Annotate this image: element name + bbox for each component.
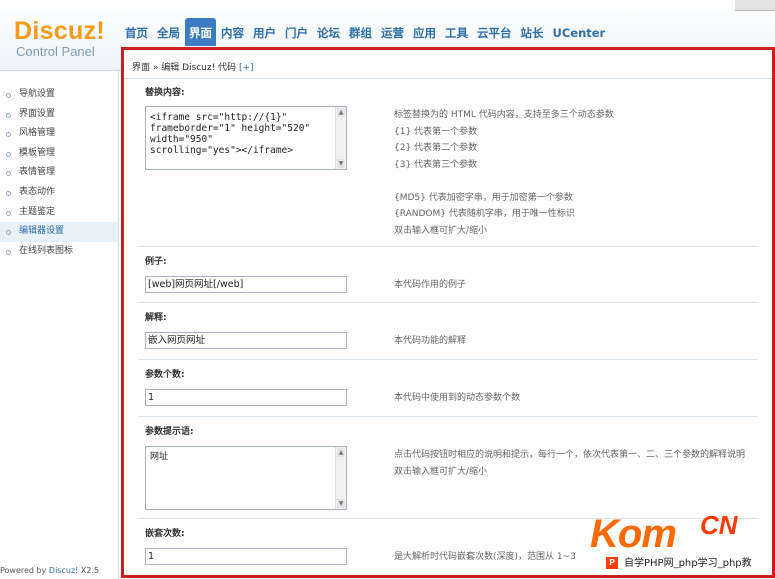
powered-version: X2.5 xyxy=(78,566,100,575)
sidebar-item-nav-settings[interactable]: 导航设置 xyxy=(0,85,118,105)
divider xyxy=(138,416,758,417)
prompt-hint-line: 点击代码按钮时相应的说明和提示，每行一个，依次代表第一、二、三个参数的解释说明 xyxy=(394,450,746,460)
prompt-textarea[interactable]: 网址 ▲ ▼ xyxy=(145,446,347,510)
divider xyxy=(138,246,758,247)
powered-by: Powered by Discuz! X2.5 xyxy=(0,566,99,575)
replace-hint-line: 双击输入框可扩大/缩小 xyxy=(394,225,488,236)
nav-cloud[interactable]: 云平台 xyxy=(473,18,516,46)
example-label: 例子: xyxy=(145,257,167,267)
breadcrumb-divider xyxy=(124,78,772,79)
nav-groups[interactable]: 群组 xyxy=(345,18,376,46)
nest-hint: 是大解析时代码嵌套次数(深度)，范围从 1~3 xyxy=(394,552,576,562)
sidebar-item-click-actions[interactable]: 表态动作 xyxy=(0,183,118,203)
nav-portal[interactable]: 门户 xyxy=(281,18,312,46)
explain-label: 解释: xyxy=(145,313,167,323)
divider xyxy=(138,302,758,303)
sidebar-item-smiley-manage[interactable]: 表情管理 xyxy=(0,163,118,183)
logo-main-text: Discuz! xyxy=(14,17,106,45)
prompt-hint-line: 双击输入框可扩大/缩小 xyxy=(394,466,488,477)
sidebar-item-style-manage[interactable]: 风格管理 xyxy=(0,124,118,144)
replace-hint-line: {MD5} 代表加密字串，用于加密第一个参数 xyxy=(394,192,573,203)
breadcrumb: 界面 » 编辑 Discuz! 代码 [+] xyxy=(132,60,254,73)
scroll-up-icon[interactable]: ▲ xyxy=(337,108,345,117)
top-nav: 首页 全局 界面 内容 用户 门户 论坛 群组 运营 应用 工具 云平台 站长 … xyxy=(121,18,610,46)
nav-operations[interactable]: 运营 xyxy=(377,18,408,46)
powered-prefix: Powered by xyxy=(0,566,49,575)
sidebar-item-thread-stamps[interactable]: 主题鉴定 xyxy=(0,203,118,223)
nav-interface[interactable]: 界面 xyxy=(185,18,216,46)
replace-textarea-value: <iframe src="http://{1}" frameborder="1"… xyxy=(150,112,311,156)
scroll-down-icon[interactable]: ▼ xyxy=(337,499,345,508)
nest-input[interactable]: 1 xyxy=(145,548,347,565)
explain-hint: 本代码功能的解释 xyxy=(394,336,467,346)
example-hint: 本代码作用的例子 xyxy=(394,280,467,290)
sidebar-item-interface-settings[interactable]: 界面设置 xyxy=(0,105,118,125)
main-panel: 界面 » 编辑 Discuz! 代码 [+] 替换内容: <iframe src… xyxy=(121,47,775,578)
nav-apps[interactable]: 应用 xyxy=(409,18,440,46)
replace-hint-line: {RANDOM} 代表随机字串，用于唯一性标识 xyxy=(394,209,575,219)
breadcrumb-expand-button[interactable]: [+] xyxy=(239,63,254,73)
nav-home[interactable]: 首页 xyxy=(121,18,152,46)
sidebar-item-template-manage[interactable]: 模板管理 xyxy=(0,144,118,164)
prompt-hints: 点击代码按钮时相应的说明和提示，每行一个，依次代表第一、二、三个参数的解释说明 … xyxy=(394,447,745,480)
logo-sub-text: Control Panel xyxy=(16,44,95,59)
scroll-down-icon[interactable]: ▼ xyxy=(337,159,345,168)
params-label: 参数个数: xyxy=(145,370,185,380)
divider xyxy=(138,359,758,360)
sidebar: 导航设置 界面设置 风格管理 模板管理 表情管理 表态动作 主题鉴定 编辑器设置… xyxy=(0,71,119,579)
breadcrumb-text: 界面 » 编辑 Discuz! 代码 xyxy=(132,63,237,73)
explain-input[interactable]: 嵌入网页网址 xyxy=(145,332,347,349)
discuz-logo[interactable]: Discuz! Control Panel xyxy=(14,18,105,59)
watermark-logo: Kom xyxy=(590,512,677,556)
nav-global[interactable]: 全局 xyxy=(153,18,184,46)
replace-hints: 标签替换为的 HTML 代码内容，支持至多三个动态参数 {1} 代表第一个参数 … xyxy=(394,107,614,239)
replace-textarea[interactable]: <iframe src="http://{1}" frameborder="1"… xyxy=(145,106,347,170)
params-input[interactable]: 1 xyxy=(145,389,347,406)
nav-tools[interactable]: 工具 xyxy=(441,18,472,46)
watermark-caption: 自学PHP网_php学习_php教 xyxy=(620,556,769,571)
params-hint: 本代码中使用到的动态参数个数 xyxy=(394,393,521,403)
scroll-up-icon[interactable]: ▲ xyxy=(337,448,345,457)
nav-forum[interactable]: 论坛 xyxy=(313,18,344,46)
nav-ucenter[interactable]: UCenter xyxy=(549,18,610,46)
replace-label: 替换内容: xyxy=(145,88,185,98)
powered-brand-link[interactable]: Discuz! xyxy=(49,566,78,575)
watermark-cn: CN xyxy=(700,510,738,540)
replace-scrollbar[interactable]: ▲ ▼ xyxy=(335,107,346,169)
nest-label: 嵌套次数: xyxy=(145,529,185,539)
nav-webmaster[interactable]: 站长 xyxy=(517,18,548,46)
prompt-label: 参数提示语: xyxy=(145,427,194,437)
watermark: Kom CN P 自学PHP网_php学习_php教 xyxy=(590,510,775,579)
watermark-logo-icon: P xyxy=(606,557,618,569)
window-strip xyxy=(735,0,775,11)
nav-users[interactable]: 用户 xyxy=(249,18,280,46)
sidebar-item-online-icons[interactable]: 在线列表图标 xyxy=(0,242,118,262)
replace-hint-line: {1} 代表第一个参数 xyxy=(394,126,478,137)
example-input[interactable]: [web]网页网址[/web] xyxy=(145,276,347,293)
prompt-scrollbar[interactable]: ▲ ▼ xyxy=(335,447,346,509)
replace-hint-line: {2} 代表第二个参数 xyxy=(394,143,478,153)
replace-hint-line xyxy=(394,173,614,190)
prompt-textarea-value: 网址 xyxy=(150,452,169,462)
replace-hint-line: 标签替换为的 HTML 代码内容，支持至多三个动态参数 xyxy=(394,110,614,120)
nav-content[interactable]: 内容 xyxy=(217,18,248,46)
replace-hint-line: {3} 代表第三个参数 xyxy=(394,159,478,170)
sidebar-item-editor-settings[interactable]: 编辑器设置 xyxy=(0,222,118,242)
